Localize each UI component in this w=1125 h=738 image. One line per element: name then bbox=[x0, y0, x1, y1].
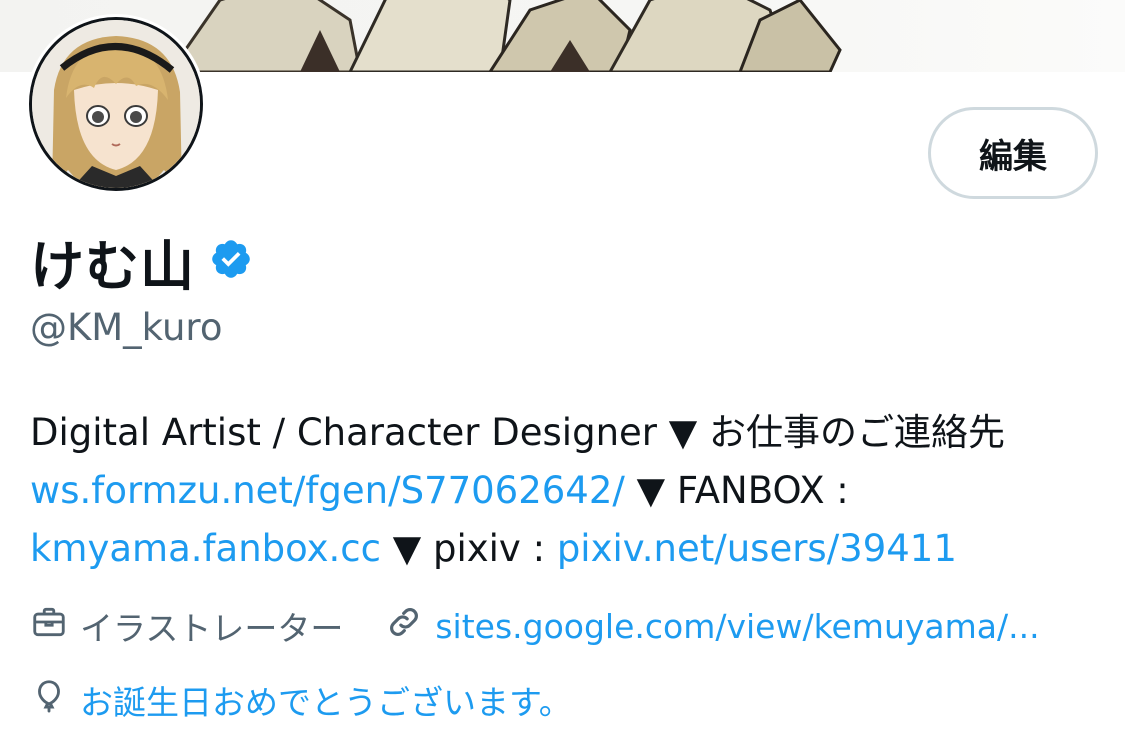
birthday-row[interactable]: お誕生日おめでとうございます。 bbox=[30, 672, 572, 728]
display-name-row: けむ山 bbox=[30, 226, 253, 298]
verified-badge-icon[interactable] bbox=[209, 237, 253, 285]
briefcase-icon bbox=[30, 603, 68, 649]
bio-line-3: kmyama.fanbox.cc ▼ pixiv : pixiv.net/use… bbox=[30, 520, 1090, 578]
avatar-image bbox=[29, 17, 203, 191]
bio-line-1: Digital Artist / Character Designer ▼ お仕… bbox=[30, 404, 1090, 462]
bio-link-formzu[interactable]: ws.formzu.net/fgen/S77062642/ bbox=[30, 469, 625, 512]
profile-category: イラストレーター bbox=[30, 602, 343, 650]
category-label: イラストレーター bbox=[80, 609, 344, 648]
display-name: けむ山 bbox=[30, 234, 195, 298]
profile-avatar[interactable] bbox=[26, 14, 206, 194]
banner-artwork bbox=[168, 0, 842, 72]
birthday-message[interactable]: お誕生日おめでとうございます。 bbox=[80, 676, 572, 724]
bio-line-2: ws.formzu.net/fgen/S77062642/ ▼ FANBOX : bbox=[30, 462, 1090, 520]
bio-text: Digital Artist / Character Designer ▼ お仕… bbox=[30, 411, 1005, 454]
website-link[interactable]: sites.google.com/view/kemuyama/... bbox=[435, 607, 1039, 646]
profile-website[interactable]: sites.google.com/view/kemuyama/... bbox=[385, 603, 1040, 649]
balloon-icon bbox=[30, 677, 68, 723]
bio-link-pixiv[interactable]: pixiv.net/users/39411 bbox=[557, 527, 957, 570]
link-icon bbox=[385, 603, 423, 649]
bio-text: ▼ FANBOX : bbox=[624, 469, 849, 512]
user-handle: @KM_kuro bbox=[30, 306, 223, 349]
bio-text: ▼ pixiv : bbox=[381, 527, 557, 570]
profile-meta-row: イラストレーター sites.google.com/view/kemuyama/… bbox=[30, 598, 1040, 654]
profile-bio: Digital Artist / Character Designer ▼ お仕… bbox=[30, 404, 1090, 578]
bio-link-fanbox[interactable]: kmyama.fanbox.cc bbox=[30, 527, 381, 570]
edit-profile-button[interactable]: 編集 bbox=[928, 107, 1098, 199]
